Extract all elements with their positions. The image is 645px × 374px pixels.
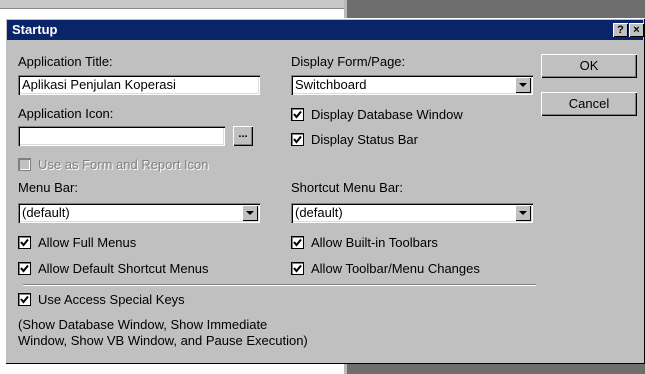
app-icon-input[interactable] <box>18 126 225 146</box>
check-mark-icon <box>20 295 29 304</box>
allow-builtin-toolbars-label: Allow Built-in Toolbars <box>311 235 438 250</box>
chevron-down-icon[interactable] <box>515 77 531 93</box>
checkbox-box <box>18 236 31 249</box>
display-status-bar-checkbox[interactable]: Display Status Bar <box>291 132 471 148</box>
special-keys-note-line1: (Show Database Window, Show Immediate <box>18 317 268 332</box>
check-mark-icon <box>20 264 29 273</box>
chevron-down-icon[interactable] <box>242 205 258 221</box>
display-form-label: Display Form/Page: <box>291 54 406 69</box>
app-title-value: Aplikasi Penjulan Koperasi <box>22 77 176 92</box>
special-keys-note-line2: Window, Show VB Window, and Pause Execut… <box>18 333 308 348</box>
check-mark-icon <box>293 264 302 273</box>
dialog-title: Startup <box>12 22 58 37</box>
allow-builtin-toolbars-checkbox[interactable]: Allow Built-in Toolbars <box>291 235 511 251</box>
allow-default-shortcut-label: Allow Default Shortcut Menus <box>38 261 209 276</box>
check-mark-icon <box>293 238 302 247</box>
help-button[interactable]: ? <box>613 23 628 37</box>
close-button[interactable]: × <box>629 23 644 37</box>
display-form-select[interactable]: Switchboard <box>291 75 533 95</box>
dialog-titlebar: Startup ? × <box>7 20 644 40</box>
checkbox-box <box>291 108 304 121</box>
menu-bar-value: (default) <box>22 205 70 220</box>
checkbox-box <box>291 133 304 146</box>
use-as-icon-checkbox[interactable]: Use as Form and Report Icon <box>18 157 238 173</box>
use-special-keys-checkbox[interactable]: Use Access Special Keys <box>18 292 238 308</box>
allow-toolbar-changes-label: Allow Toolbar/Menu Changes <box>311 261 480 276</box>
checkbox-box <box>18 158 31 171</box>
browse-icon-button[interactable]: ... <box>233 126 253 146</box>
check-mark-icon <box>293 135 302 144</box>
chevron-down-icon[interactable] <box>515 205 531 221</box>
display-db-window-checkbox[interactable]: Display Database Window <box>291 107 511 123</box>
checkbox-box <box>291 262 304 275</box>
check-mark-icon <box>293 110 302 119</box>
checkbox-box <box>291 236 304 249</box>
display-form-value: Switchboard <box>295 77 367 92</box>
use-special-keys-label: Use Access Special Keys <box>38 292 185 307</box>
app-icon-label: Application Icon: <box>18 106 114 121</box>
cancel-button[interactable]: Cancel <box>541 92 637 116</box>
ok-button[interactable]: OK <box>541 54 637 78</box>
check-mark-icon <box>20 238 29 247</box>
app-title-input[interactable]: Aplikasi Penjulan Koperasi <box>18 75 260 95</box>
allow-default-shortcut-checkbox[interactable]: Allow Default Shortcut Menus <box>18 261 248 277</box>
background-toolbar <box>0 0 345 9</box>
display-status-bar-label: Display Status Bar <box>311 132 418 147</box>
menu-bar-select[interactable]: (default) <box>18 203 260 223</box>
allow-full-menus-checkbox[interactable]: Allow Full Menus <box>18 235 218 251</box>
menu-bar-label: Menu Bar: <box>18 180 78 195</box>
checkbox-box <box>18 293 31 306</box>
use-as-icon-label: Use as Form and Report Icon <box>38 157 209 172</box>
shortcut-menu-bar-label: Shortcut Menu Bar: <box>291 180 403 195</box>
shortcut-menu-bar-select[interactable]: (default) <box>291 203 533 223</box>
shortcut-menu-bar-value: (default) <box>295 205 343 220</box>
checkbox-box <box>18 262 31 275</box>
startup-dialog: Startup ? × Application Title: Aplikasi … <box>5 18 645 364</box>
allow-toolbar-changes-checkbox[interactable]: Allow Toolbar/Menu Changes <box>291 261 521 277</box>
allow-full-menus-label: Allow Full Menus <box>38 235 137 250</box>
app-title-label: Application Title: <box>18 54 113 69</box>
display-db-window-label: Display Database Window <box>311 107 463 122</box>
separator <box>23 284 536 286</box>
